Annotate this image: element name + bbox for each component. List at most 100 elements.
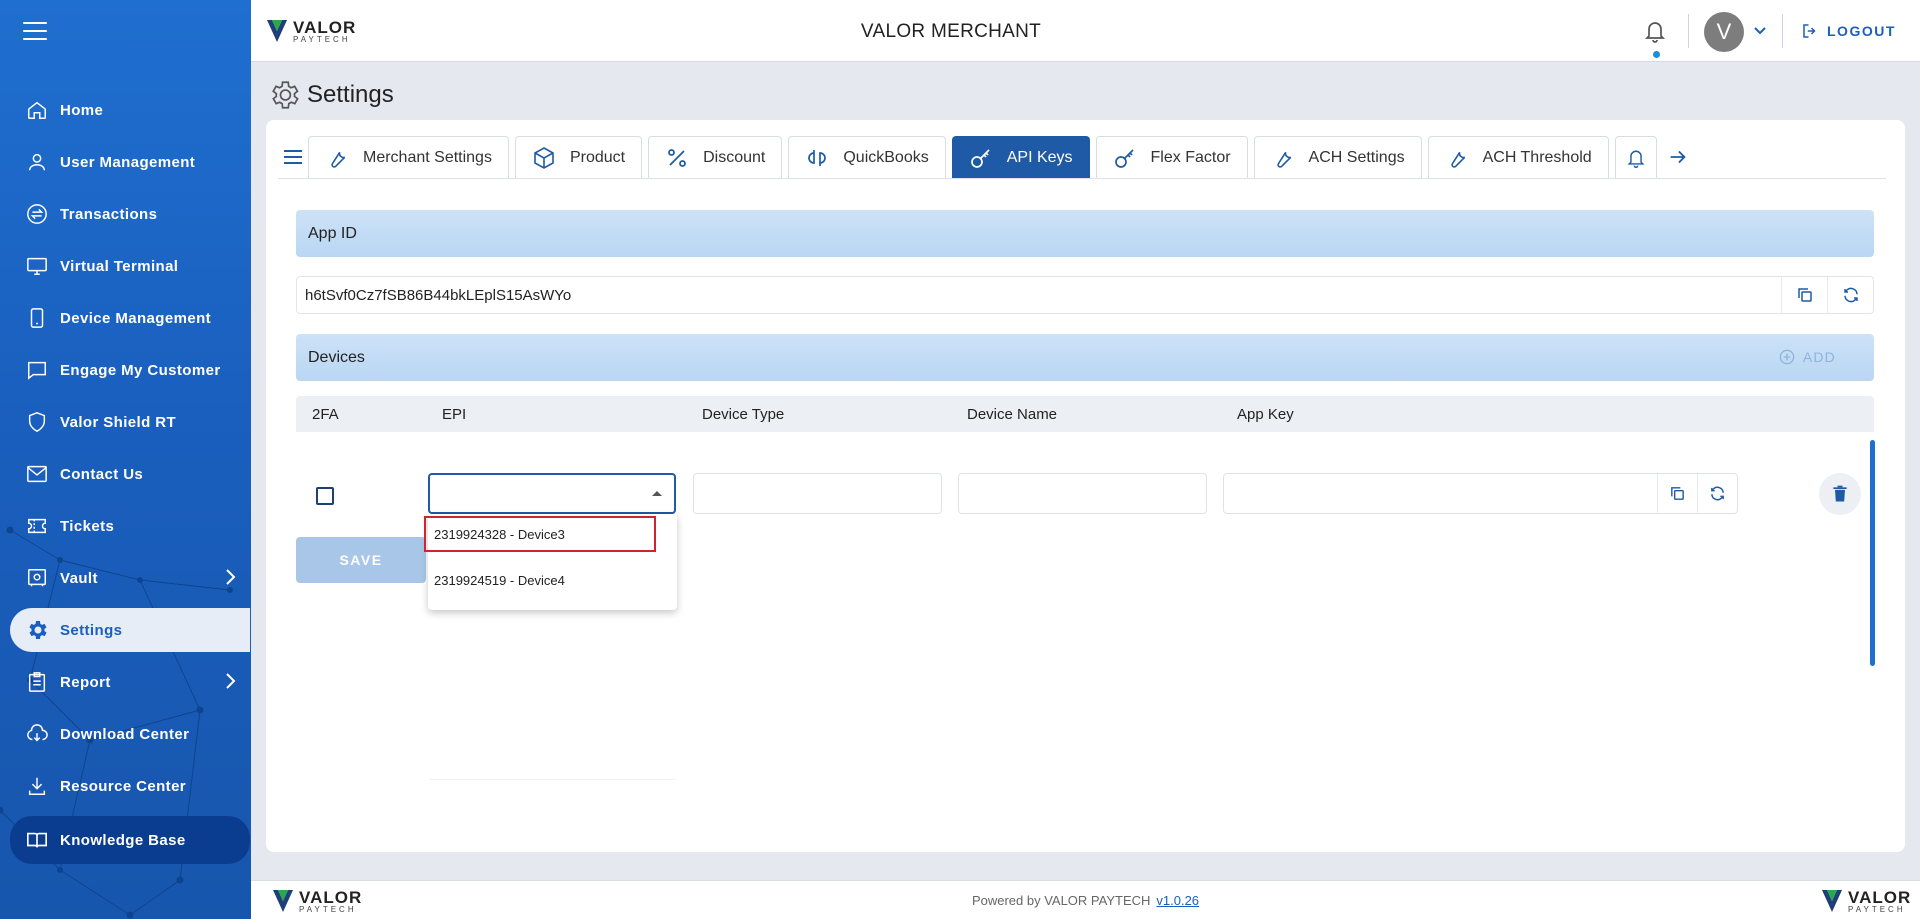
tab-flex-factor[interactable]: Flex Factor: [1095, 136, 1248, 178]
gear-icon: [272, 81, 299, 109]
sidebar-item-label: Report: [60, 673, 111, 691]
tab-merchant-settings[interactable]: Merchant Settings: [308, 136, 509, 178]
tab-label: API Keys: [1006, 148, 1073, 166]
mail-icon: [24, 461, 50, 487]
sidebar-item-label: User Management: [60, 153, 196, 171]
tab-ach-settings[interactable]: ACH Settings: [1253, 136, 1422, 178]
sidebar-item-label: Device Management: [60, 309, 212, 327]
tab-label: ACH Threshold: [1482, 148, 1592, 166]
tab-label: ACH Settings: [1308, 148, 1405, 166]
dropdown-option[interactable]: 2319924328 - Device3: [424, 516, 656, 552]
column-header: EPI: [442, 406, 467, 423]
chevron-right-icon: [226, 673, 236, 689]
delete-row-button[interactable]: [1819, 473, 1861, 515]
sidebar-item-device-management[interactable]: Device Management: [10, 296, 250, 340]
tab-product[interactable]: Product: [514, 136, 643, 178]
epi-select[interactable]: [428, 473, 676, 514]
sidebar-item-download-center[interactable]: Download Center: [10, 712, 250, 756]
tabs-scroll-right-button[interactable]: [1657, 136, 1699, 178]
section-title: App ID: [308, 224, 357, 242]
column-header: App Key: [1237, 406, 1294, 423]
device-name-field[interactable]: [958, 473, 1207, 514]
tab-label: QuickBooks: [843, 148, 929, 166]
refresh-icon[interactable]: [1697, 474, 1737, 513]
notification-dot: [1653, 51, 1660, 58]
logout-label: LOGOUT: [1827, 23, 1896, 39]
add-device-button[interactable]: ADD: [1779, 349, 1836, 365]
tab-label: Flex Factor: [1150, 148, 1231, 166]
tab-ach-threshold[interactable]: ACH Threshold: [1427, 136, 1609, 178]
sidebar-item-contact-us[interactable]: Contact Us: [10, 452, 250, 496]
tab-quickbooks[interactable]: QuickBooks: [788, 136, 946, 178]
version-link[interactable]: v1.0.26: [1156, 893, 1199, 908]
logo-subtext: PAYTECH: [1848, 904, 1906, 914]
add-label: ADD: [1802, 349, 1836, 365]
wrench-icon: [1450, 151, 1465, 168]
save-button[interactable]: SAVE: [296, 537, 426, 583]
sidebar-item-label: Resource Center: [60, 777, 187, 795]
gear-icon: [24, 617, 50, 643]
device-type-field[interactable]: [693, 473, 942, 514]
notification-bell-icon[interactable]: [1643, 18, 1667, 44]
caret-up-icon: [652, 491, 662, 496]
download-icon: [24, 773, 50, 799]
divider: [1688, 14, 1689, 48]
chat-icon: [24, 357, 50, 383]
scrollbar[interactable]: [1870, 440, 1875, 666]
hamburger-menu-button[interactable]: [23, 22, 47, 42]
2fa-checkbox[interactable]: [316, 487, 334, 505]
column-header: Device Type: [702, 406, 785, 423]
logout-icon: [1803, 24, 1816, 38]
dropdown-option[interactable]: 2319924519 - Device4: [428, 562, 677, 598]
sidebar-item-label: Contact Us: [60, 465, 144, 483]
divider: [1782, 14, 1783, 48]
sidebar-item-tickets[interactable]: Tickets: [10, 504, 250, 548]
sidebar-item-report[interactable]: Report: [10, 660, 250, 704]
tab-label: Merchant Settings: [363, 148, 492, 166]
wrench-icon: [331, 151, 346, 168]
sidebar-item-engage-my-customer[interactable]: Engage My Customer: [10, 348, 250, 392]
shield-icon: [24, 409, 50, 435]
sidebar-item-transactions[interactable]: Transactions: [10, 192, 250, 236]
percent-icon: [668, 148, 686, 167]
tabs-menu-icon[interactable]: [278, 136, 308, 178]
key-icon: [1114, 148, 1134, 168]
bell-icon: [1627, 150, 1645, 168]
avatar[interactable]: V: [1704, 12, 1744, 52]
chevron-down-icon[interactable]: [1753, 24, 1767, 38]
ticket-icon: [24, 513, 50, 539]
sidebar-item-resource-center[interactable]: Resource Center: [10, 764, 250, 808]
tab-discount[interactable]: Discount: [648, 136, 783, 178]
sidebar-item-knowledge-base[interactable]: Knowledge Base: [10, 816, 250, 864]
copy-icon[interactable]: [1657, 474, 1697, 513]
home-icon: [24, 97, 50, 123]
app-id-field[interactable]: h6tSvf0Cz7fSB86B44bkLEplS15AsWYo: [296, 276, 1874, 314]
tab-bar: Merchant Settings Product Discount Quick…: [278, 136, 1699, 178]
logout-button[interactable]: LOGOUT: [1801, 22, 1896, 40]
arrow-right-icon: [1670, 150, 1686, 164]
sidebar-item-vault[interactable]: Vault: [10, 556, 250, 600]
footer-text: Powered by VALOR PAYTECH v1.0.26: [251, 893, 1920, 908]
epi-dropdown-menu: 2319924328 - Device3 2319924519 - Device…: [424, 514, 677, 610]
device-icon: [24, 305, 50, 331]
app-key-field[interactable]: [1223, 473, 1738, 514]
tab-notifications[interactable]: [1614, 136, 1657, 178]
book-icon: [24, 827, 50, 853]
sidebar-item-user-management[interactable]: User Management: [10, 140, 250, 184]
sidebar-item-valor-shield-rt[interactable]: Valor Shield RT: [10, 400, 250, 444]
devices-table-header: 2FA EPI Device Type Device Name App Key: [296, 396, 1874, 432]
key-icon: [970, 148, 990, 168]
tab-api-keys[interactable]: API Keys: [951, 136, 1090, 178]
valor-logo-icon: [1822, 890, 1842, 912]
sidebar-item-virtual-terminal[interactable]: Virtual Terminal: [10, 244, 250, 288]
tabs-divider: [278, 178, 1886, 179]
sidebar-item-label: Download Center: [60, 725, 190, 743]
user-icon: [24, 149, 50, 175]
sidebar-item-settings[interactable]: Settings: [10, 608, 250, 652]
sidebar-item-home[interactable]: Home: [10, 88, 250, 132]
report-icon: [24, 669, 50, 695]
copy-icon[interactable]: [1781, 277, 1827, 313]
app-id-value: h6tSvf0Cz7fSB86B44bkLEplS15AsWYo: [305, 286, 572, 304]
footer: VALOR PAYTECH Powered by VALOR PAYTECH v1…: [251, 880, 1920, 919]
refresh-icon[interactable]: [1827, 277, 1873, 313]
